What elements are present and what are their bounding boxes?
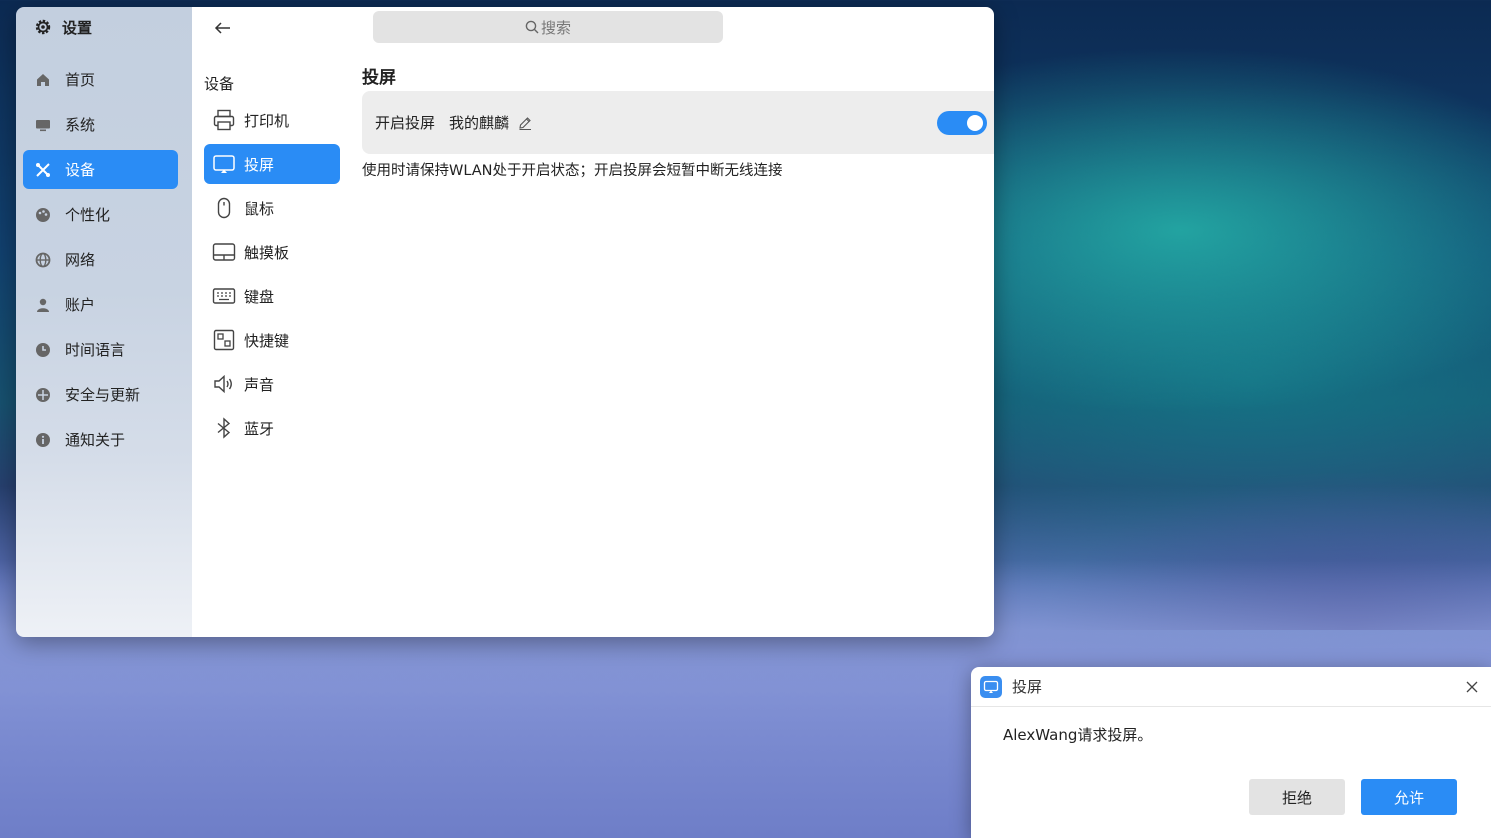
- app-title-bar: 设置: [16, 7, 192, 47]
- sidebar-item-system[interactable]: 系统: [23, 105, 178, 144]
- sidebar-item-label: 通知关于: [65, 431, 126, 449]
- close-icon: [1466, 681, 1478, 693]
- settings-window: 设置 首页 系统 设备 个性化 网络 账户 时间语言 安全与更新 通知关于 搜索…: [16, 7, 994, 637]
- subnav-item-keyboard[interactable]: 键盘: [204, 276, 340, 316]
- allow-button[interactable]: 允许: [1361, 779, 1457, 815]
- keyboard-icon: [212, 284, 236, 308]
- bluetooth-icon: [212, 416, 236, 440]
- sidebar-nav: 首页 系统 设备 个性化 网络 账户 时间语言 安全与更新 通知关于: [16, 60, 192, 459]
- sidebar-item-home[interactable]: 首页: [23, 60, 178, 99]
- palette-icon: [35, 207, 51, 223]
- sidebar-item-personalize[interactable]: 个性化: [23, 195, 178, 234]
- sidebar-item-label: 账户: [65, 296, 96, 314]
- sidebar-item-devices[interactable]: 设备: [23, 150, 178, 189]
- cast-label: 开启投屏: [375, 114, 436, 132]
- sidebar-item-label: 系统: [65, 116, 96, 134]
- speaker-icon: [212, 372, 236, 396]
- subnav-item-sound[interactable]: 声音: [204, 364, 340, 404]
- sidebar-item-label: 首页: [65, 71, 96, 89]
- subnav-item-printer[interactable]: 打印机: [204, 100, 340, 140]
- subnav-item-label: 鼠标: [244, 199, 275, 218]
- dialog-header: 投屏: [971, 667, 1491, 707]
- mouse-icon: [212, 196, 236, 220]
- search-placeholder: 搜索: [540, 18, 571, 37]
- shortcut-icon: [212, 328, 236, 352]
- cast-toggle[interactable]: [937, 111, 987, 135]
- back-button[interactable]: [212, 17, 234, 39]
- subnav-heading: 设备: [204, 75, 235, 93]
- sidebar: 设置 首页 系统 设备 个性化 网络 账户 时间语言 安全与更新 通知关于: [16, 7, 192, 637]
- subnav-item-shortcut[interactable]: 快捷键: [204, 320, 340, 360]
- clock-icon: [35, 342, 51, 358]
- user-icon: [35, 297, 51, 313]
- edit-name-button[interactable]: [517, 115, 533, 131]
- subnav-item-label: 打印机: [244, 111, 290, 130]
- dialog-title: 投屏: [1012, 678, 1043, 696]
- subnav-item-label: 蓝牙: [244, 419, 275, 438]
- search-input[interactable]: 搜索: [373, 11, 723, 43]
- subnav-item-cast[interactable]: 投屏: [204, 144, 340, 184]
- sidebar-item-notification-about[interactable]: 通知关于: [23, 420, 178, 459]
- sidebar-item-account[interactable]: 账户: [23, 285, 178, 324]
- dialog-close-button[interactable]: [1462, 677, 1482, 697]
- dialog-message: AlexWang请求投屏。: [1003, 726, 1153, 744]
- cast-setting-row: 开启投屏 我的麒麟: [362, 91, 994, 154]
- subnav-item-label: 声音: [244, 375, 275, 394]
- subnav-item-label: 触摸板: [244, 243, 290, 262]
- main-panel: 搜索 设备 打印机 投屏 鼠标 触摸板 键盘 快捷键 声音 蓝牙 投屏 开启投屏…: [192, 7, 994, 637]
- sidebar-item-label: 设备: [65, 161, 96, 179]
- subnav-item-mouse[interactable]: 鼠标: [204, 188, 340, 228]
- cast-icon: [212, 152, 236, 176]
- search-icon: [525, 20, 539, 34]
- sidebar-item-label: 网络: [65, 251, 96, 269]
- gear-icon: [35, 19, 51, 35]
- sidebar-item-time-language[interactable]: 时间语言: [23, 330, 178, 369]
- subnav-item-label: 投屏: [244, 155, 275, 174]
- sidebar-item-label: 时间语言: [65, 341, 126, 359]
- pencil-icon: [519, 116, 532, 130]
- info-icon: [35, 432, 51, 448]
- sidebar-item-security-update[interactable]: 安全与更新: [23, 375, 178, 414]
- page-title: 投屏: [362, 68, 396, 88]
- cast-request-dialog: 投屏 AlexWang请求投屏。 拒绝 允许: [971, 667, 1491, 838]
- monitor-icon: [35, 117, 51, 133]
- cast-content: 投屏 开启投屏 我的麒麟 使用时请保持WLAN处于开启状态；开启投屏会短暂中断无…: [362, 65, 994, 180]
- device-subnav: 设备 打印机 投屏 鼠标 触摸板 键盘 快捷键 声音 蓝牙: [192, 49, 352, 452]
- device-name: 我的麒麟: [449, 114, 510, 132]
- printer-icon: [212, 108, 236, 132]
- home-icon: [35, 72, 51, 88]
- reject-button[interactable]: 拒绝: [1249, 779, 1345, 815]
- cast-hint: 使用时请保持WLAN处于开启状态；开启投屏会短暂中断无线连接: [362, 163, 783, 179]
- arrow-left-icon: [214, 22, 230, 34]
- cast-app-icon: [980, 675, 1002, 698]
- subnav-item-label: 键盘: [244, 287, 275, 306]
- sidebar-item-label: 安全与更新: [65, 386, 141, 404]
- subnav-item-touchpad[interactable]: 触摸板: [204, 232, 340, 272]
- subnav-item-label: 快捷键: [244, 331, 290, 350]
- sidebar-item-network[interactable]: 网络: [23, 240, 178, 279]
- toggle-knob: [967, 115, 983, 131]
- sidebar-item-label: 个性化: [65, 206, 111, 224]
- subnav-item-bluetooth[interactable]: 蓝牙: [204, 408, 340, 448]
- title-bar: 搜索: [192, 7, 994, 49]
- devices-icon: [35, 162, 51, 178]
- app-title: 设置: [62, 18, 93, 37]
- touchpad-icon: [212, 240, 236, 264]
- network-icon: [35, 252, 51, 268]
- shield-icon: [35, 387, 51, 403]
